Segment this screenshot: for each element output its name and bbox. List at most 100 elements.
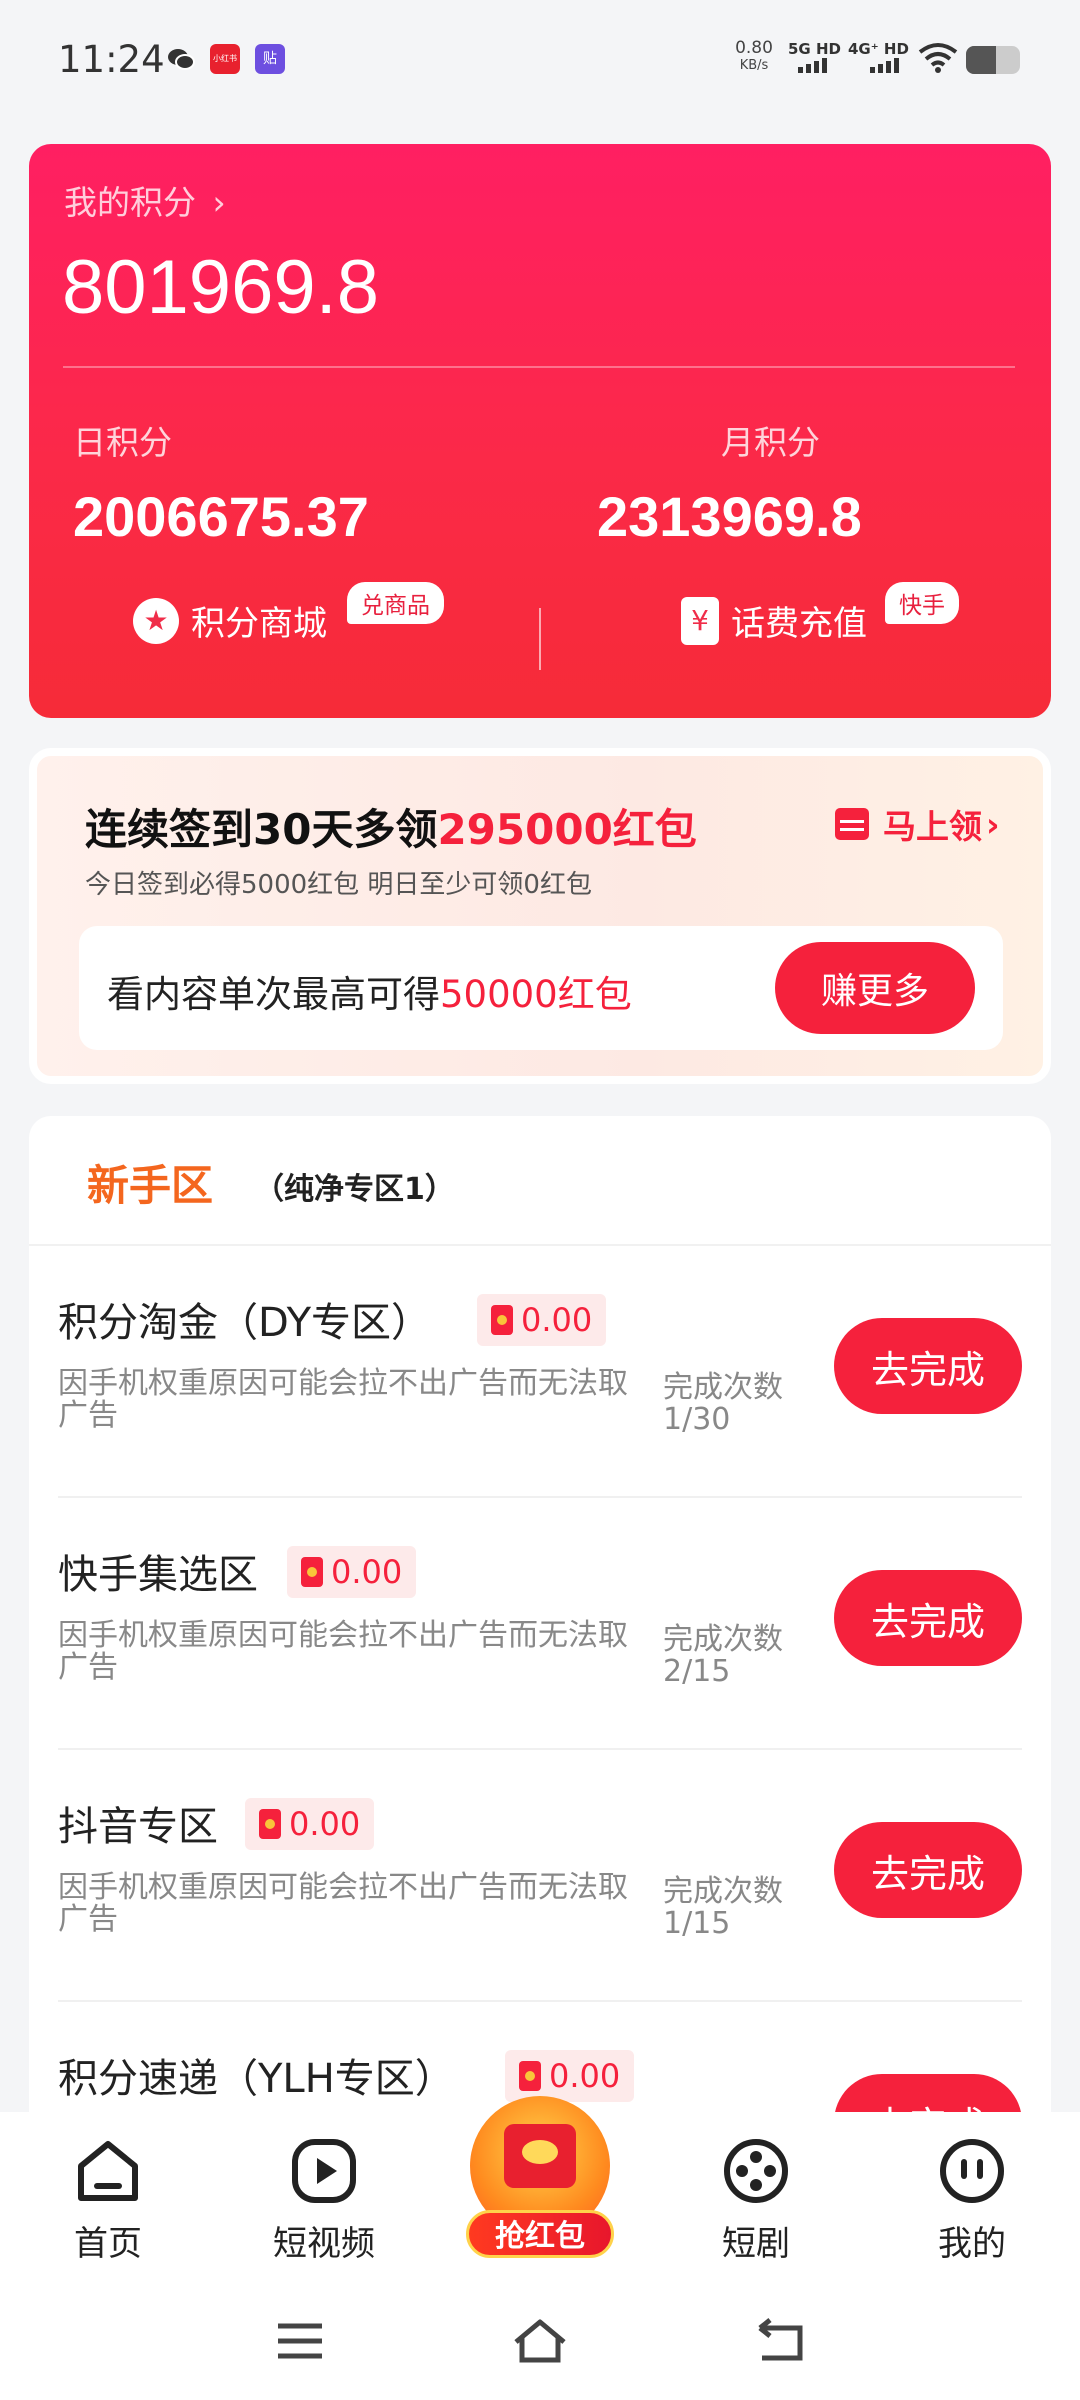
yuan-icon: ¥	[681, 596, 719, 645]
task-reward-badge: 0.00	[287, 1546, 417, 1598]
sim2-label: 4G⁺ HD	[848, 40, 909, 58]
phone-recharge-button[interactable]: ¥ 话费充值	[681, 596, 867, 645]
task-reward-value: 0.00	[549, 2057, 621, 2095]
chevron-right-icon: ›	[986, 804, 1000, 844]
task-reward-value: 0.00	[521, 1301, 593, 1339]
task-count-value: 1/15	[663, 1906, 731, 1941]
wechat-icon	[166, 44, 196, 74]
system-home-icon[interactable]	[510, 2316, 570, 2366]
red-packet-icon	[301, 1557, 323, 1587]
claim-now-button[interactable]: 马上领 ›	[835, 800, 1000, 848]
sign-in-title-highlight: 295000红包	[437, 805, 697, 854]
network-speed: 0.80 KB/s	[734, 40, 774, 74]
nav-home[interactable]: 首页	[28, 2136, 188, 2265]
vertical-divider	[539, 608, 541, 670]
claim-now-label: 马上领	[883, 807, 982, 846]
sign-in-title-prefix: 连续签到30天多领	[85, 805, 438, 854]
sign-in-card: 连续签到30天多领295000红包 今日签到必得5000红包 明日至少可领0红包…	[29, 748, 1051, 1084]
tieba-icon: 贴	[255, 44, 285, 74]
task-reward-badge: 0.00	[505, 2050, 635, 2102]
recharge-badge: 快手	[885, 582, 959, 624]
points-card: 我的积分 › 801969.8 日积分 2006675.37 月积分 23139…	[29, 144, 1051, 718]
sim2-signal-icon	[870, 58, 899, 73]
task-count-value: 1/30	[663, 1402, 731, 1437]
task-count-label: 完成次数	[663, 1622, 783, 1657]
divider	[63, 366, 1015, 368]
coin-icon	[522, 2140, 558, 2164]
task-count: 完成次数 1/15	[663, 1876, 783, 1940]
battery-icon	[966, 46, 1020, 74]
task-row: 快手集选区 0.00 因手机权重原因可能会拉不出广告而无法取广告 完成次数 2/1…	[29, 1498, 1051, 1750]
system-nav-bar	[0, 2286, 1080, 2400]
nav-short-video[interactable]: 短视频	[244, 2136, 404, 2265]
task-name: 快手集选区	[58, 1552, 258, 1598]
nav-mine-label: 我的	[938, 2224, 1006, 2264]
task-go-button[interactable]: 去完成	[834, 1822, 1022, 1918]
task-name: 抖音专区	[58, 1804, 218, 1850]
task-name: 积分速递（YLH专区）	[58, 2056, 455, 2102]
back-icon[interactable]	[750, 2316, 810, 2366]
recharge-label: 话费充值	[731, 604, 867, 644]
star-icon: ★	[133, 597, 179, 644]
mall-badge: 兑商品	[347, 582, 444, 624]
content-reward-text: 看内容单次最高可得50000红包	[107, 964, 632, 1018]
monthly-points-label: 月积分	[721, 423, 820, 462]
nav-drama[interactable]: 短剧	[676, 2136, 836, 2265]
task-go-button[interactable]: 去完成	[834, 1318, 1022, 1414]
red-packet-icon	[491, 1305, 513, 1335]
speed-unit: KB/s	[739, 58, 769, 73]
nav-grab-red-packet[interactable]: 抢红包	[456, 2096, 624, 2264]
sim1-signal-icon	[798, 58, 827, 73]
my-points-label: 我的积分	[64, 183, 196, 222]
section-subtitle: （纯净专区1）	[254, 1172, 455, 1207]
task-count: 完成次数 1/30	[663, 1372, 783, 1436]
battery-fill	[966, 46, 996, 74]
content-reward-highlight: 50000红包	[440, 973, 632, 1016]
task-count-label: 完成次数	[663, 1874, 783, 1909]
home-icon	[73, 2136, 143, 2206]
calendar-icon	[835, 808, 869, 840]
daily-points-value: 2006675.37	[73, 485, 369, 548]
nav-short-video-label: 短视频	[273, 2224, 375, 2264]
red-packet-icon	[519, 2061, 541, 2091]
task-go-button[interactable]: 去完成	[834, 2074, 1022, 2112]
red-packet-icon	[259, 1809, 281, 1839]
content-reward-prefix: 看内容单次最高可得	[107, 973, 440, 1016]
points-total: 801969.8	[62, 245, 379, 330]
task-reward-badge: 0.00	[477, 1294, 607, 1346]
profile-face-icon	[937, 2136, 1007, 2206]
daily-points-label: 日积分	[73, 423, 172, 462]
chevron-right-icon: ›	[212, 183, 226, 222]
wifi-icon	[918, 42, 958, 78]
section-title: 新手区	[87, 1161, 214, 1210]
task-description: 因手机权重原因可能会拉不出广告而无法取广告	[58, 1870, 628, 1937]
task-count-label: 完成次数	[663, 1370, 783, 1405]
task-count: 完成次数 2/15	[663, 1624, 783, 1688]
status-bar: 11:24 小红书 贴 0.80 KB/s 5G HD 4G⁺ HD	[0, 0, 1080, 120]
earn-more-button[interactable]: 赚更多	[775, 942, 975, 1034]
sim1-label: 5G HD	[788, 40, 841, 58]
points-mall-button[interactable]: ★ 积分商城	[133, 596, 327, 645]
content-reward-box: 看内容单次最高可得50000红包 赚更多	[79, 926, 1003, 1050]
film-reel-icon	[721, 2136, 791, 2206]
my-points-link[interactable]: 我的积分 ›	[64, 176, 226, 224]
speed-value: 0.80	[735, 38, 773, 58]
task-row: 积分淘金（DY专区） 0.00 因手机权重原因可能会拉不出广告而无法取广告 完成…	[29, 1246, 1051, 1498]
xiaohongshu-icon: 小红书	[210, 44, 240, 74]
menu-icon[interactable]	[270, 2316, 330, 2366]
task-go-button[interactable]: 去完成	[834, 1570, 1022, 1666]
nav-center-label: 抢红包	[466, 2210, 614, 2258]
task-reward-value: 0.00	[331, 1553, 403, 1591]
task-name: 积分淘金（DY专区）	[58, 1300, 432, 1346]
nav-home-label: 首页	[74, 2224, 142, 2264]
nav-mine[interactable]: 我的	[892, 2136, 1052, 2265]
task-count-value: 2/15	[663, 1654, 731, 1689]
monthly-points-value: 2313969.8	[597, 485, 862, 548]
task-reward-value: 0.00	[289, 1805, 361, 1843]
nav-drama-label: 短剧	[722, 2224, 790, 2264]
task-row: 抖音专区 0.00 因手机权重原因可能会拉不出广告而无法取广告 完成次数 1/15…	[29, 1750, 1051, 2002]
section-header: 新手区 （纯净专区1）	[29, 1116, 1051, 1246]
sign-in-subtitle: 今日签到必得5000红包 明日至少可领0红包	[85, 870, 592, 900]
points-mall-label: 积分商城	[191, 604, 327, 644]
sign-in-title: 连续签到30天多领295000红包	[85, 796, 697, 857]
